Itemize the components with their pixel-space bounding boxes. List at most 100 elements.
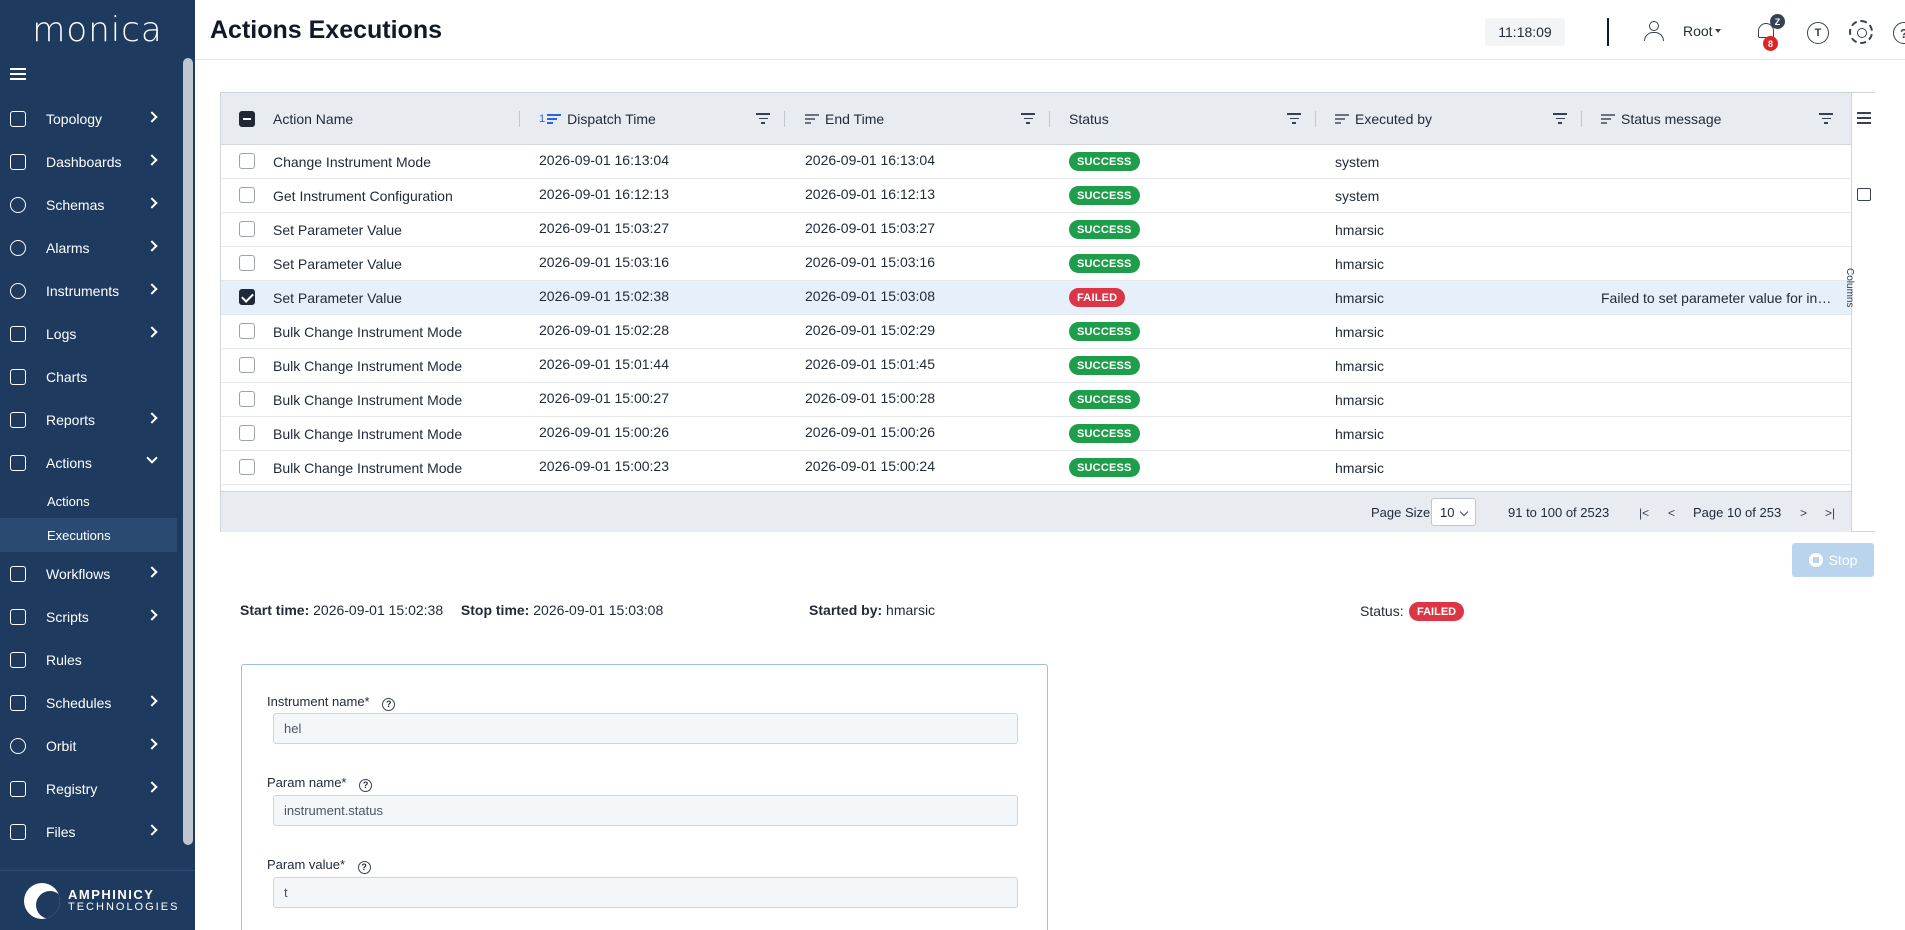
sidebar-item-logs[interactable]: Logs: [0, 312, 180, 355]
filter-icon[interactable]: [756, 113, 770, 125]
page-size-select[interactable]: 10: [1431, 498, 1476, 526]
row-checkbox[interactable]: [239, 391, 255, 407]
row-checkbox[interactable]: [239, 357, 255, 373]
sidebar-item-scripts[interactable]: Scripts: [0, 595, 180, 638]
filter-icon[interactable]: [1553, 113, 1567, 125]
menu-toggle-icon[interactable]: [10, 68, 26, 82]
filter-icon[interactable]: [1021, 113, 1035, 125]
charts-icon: [10, 368, 26, 385]
stop-button[interactable]: Stop: [1792, 543, 1874, 577]
instrument-name-input[interactable]: hel: [273, 713, 1018, 744]
status-badge: SUCCESS: [1069, 458, 1140, 477]
table-row[interactable]: Set Parameter Value 2026-09-01 15:03:16 20…: [221, 247, 1851, 281]
user-menu[interactable]: Root: [1683, 23, 1713, 39]
cell-action-name: Set Parameter Value: [273, 222, 402, 238]
sidebar-subitem-executions[interactable]: Executions: [0, 518, 177, 552]
row-checkbox[interactable]: [239, 221, 255, 237]
sidebar-item-actions[interactable]: Actions: [0, 441, 180, 484]
sidebar-scrollbar[interactable]: [183, 58, 193, 845]
chevron-down-icon[interactable]: [1715, 29, 1721, 33]
cell-executed-by: hmarsic: [1335, 256, 1385, 272]
table-row[interactable]: Set Parameter Value 2026-09-01 15:02:38 20…: [221, 281, 1851, 315]
table-row[interactable]: Bulk Change Instrument Mode 2026-09-01 15…: [221, 451, 1851, 485]
table-row[interactable]: Bulk Change Instrument Mode 2026-09-01 15…: [221, 417, 1851, 451]
sidebar-subitem-actions[interactable]: Actions: [0, 484, 180, 518]
sidebar-item-workflows[interactable]: Workflows: [0, 552, 180, 595]
prev-page-button[interactable]: <: [1668, 506, 1675, 520]
table-row[interactable]: Change Instrument Mode 2026-09-01 16:13:0…: [221, 145, 1851, 179]
row-checkbox[interactable]: [239, 425, 255, 441]
col-resize-handle[interactable]: [1581, 111, 1582, 127]
chevron-right-icon: [146, 283, 158, 295]
sidebar: monica Topology Dashboards Schemas Alarms In…: [0, 0, 195, 930]
cell-action-name: Bulk Change Instrument Mode: [273, 426, 463, 442]
scripts-icon: [10, 608, 26, 625]
col-end-time[interactable]: End Time: [805, 93, 884, 145]
sort-icon: [1335, 114, 1349, 124]
col-dispatch-time[interactable]: 1 Dispatch Time: [539, 93, 656, 145]
column-menu-icon[interactable]: [1857, 112, 1871, 127]
row-checkbox[interactable]: [239, 153, 255, 169]
col-dispatch-time-label: Dispatch Time: [567, 111, 656, 127]
table-row[interactable]: Bulk Change Instrument Mode 2026-09-01 15…: [221, 349, 1851, 383]
first-page-button[interactable]: |<: [1639, 506, 1649, 520]
row-checkbox[interactable]: [239, 323, 255, 339]
select-all-checkbox[interactable]: [239, 111, 255, 127]
sidebar-item-schemas[interactable]: Schemas: [0, 183, 180, 226]
page-size-label: Page Size:: [1371, 505, 1434, 520]
sidebar-item-topology[interactable]: Topology: [0, 97, 180, 140]
help-icon[interactable]: ?: [359, 779, 373, 792]
col-status[interactable]: Status: [1069, 93, 1109, 145]
columns-icon[interactable]: [1857, 188, 1871, 201]
filter-icon[interactable]: [1819, 113, 1833, 125]
next-page-button[interactable]: >: [1800, 506, 1807, 520]
cell-end-time: 2026-09-01 15:03:27: [805, 220, 935, 236]
orbit-icon: [10, 737, 26, 754]
company-name-sub: TECHNOLOGIES: [68, 900, 180, 913]
sidebar-item-charts[interactable]: Charts: [0, 355, 180, 398]
help-icon[interactable]: ?: [357, 861, 371, 874]
col-resize-handle[interactable]: [784, 111, 785, 127]
row-checkbox[interactable]: [239, 289, 255, 305]
sidebar-item-schedules[interactable]: Schedules: [0, 681, 180, 724]
col-executed-by[interactable]: Executed by: [1335, 93, 1432, 145]
row-checkbox[interactable]: [239, 187, 255, 203]
cell-action-name: Change Instrument Mode: [273, 154, 431, 170]
theme-toggle-icon[interactable]: T: [1807, 22, 1829, 44]
notification-count-badge: 8: [1763, 36, 1778, 51]
col-action-name[interactable]: Action Name: [273, 93, 353, 145]
help-icon[interactable]: ?: [1893, 22, 1905, 44]
sidebar-item-instruments[interactable]: Instruments: [0, 269, 180, 312]
row-range: 91 to 100 of 2523: [1508, 505, 1610, 520]
table-row[interactable]: Get Instrument Configuration 2026-09-01 1…: [221, 179, 1851, 213]
sidebar-item-orbit[interactable]: Orbit: [0, 724, 180, 767]
param-value-input[interactable]: t: [273, 877, 1018, 908]
settings-gear-icon[interactable]: [1849, 20, 1873, 44]
company-name: AMPHINICY: [68, 886, 155, 902]
table-row[interactable]: Bulk Change Instrument Mode 2026-09-01 15…: [221, 383, 1851, 417]
sidebar-item-rules[interactable]: Rules: [0, 638, 180, 681]
row-checkbox[interactable]: [239, 459, 255, 475]
col-status-message[interactable]: Status message: [1601, 93, 1721, 145]
col-resize-handle[interactable]: [1049, 111, 1050, 127]
sidebar-item-registry[interactable]: Registry: [0, 767, 180, 810]
filter-icon[interactable]: [1287, 113, 1301, 125]
param-name-input[interactable]: instrument.status: [273, 795, 1018, 826]
help-icon[interactable]: ?: [382, 698, 396, 711]
last-page-button[interactable]: >|: [1825, 506, 1835, 520]
cell-action-name: Bulk Change Instrument Mode: [273, 358, 463, 374]
sidebar-item-dashboards[interactable]: Dashboards: [0, 140, 180, 183]
user-icon[interactable]: [1643, 20, 1665, 42]
page-title: Actions Executions: [210, 16, 442, 44]
col-status-message-label: Status message: [1621, 111, 1722, 127]
cell-action-name: Get Instrument Configuration: [273, 188, 453, 204]
columns-tab[interactable]: Columns: [1844, 268, 1855, 307]
row-checkbox[interactable]: [239, 255, 255, 271]
col-resize-handle[interactable]: [519, 111, 520, 127]
sidebar-item-reports[interactable]: Reports: [0, 398, 180, 441]
table-row[interactable]: Set Parameter Value 2026-09-01 15:03:27 20…: [221, 213, 1851, 247]
col-resize-handle[interactable]: [1315, 111, 1316, 127]
table-row[interactable]: Bulk Change Instrument Mode 2026-09-01 15…: [221, 315, 1851, 349]
sidebar-item-files[interactable]: Files: [0, 810, 180, 853]
sidebar-item-alarms[interactable]: Alarms: [0, 226, 180, 269]
